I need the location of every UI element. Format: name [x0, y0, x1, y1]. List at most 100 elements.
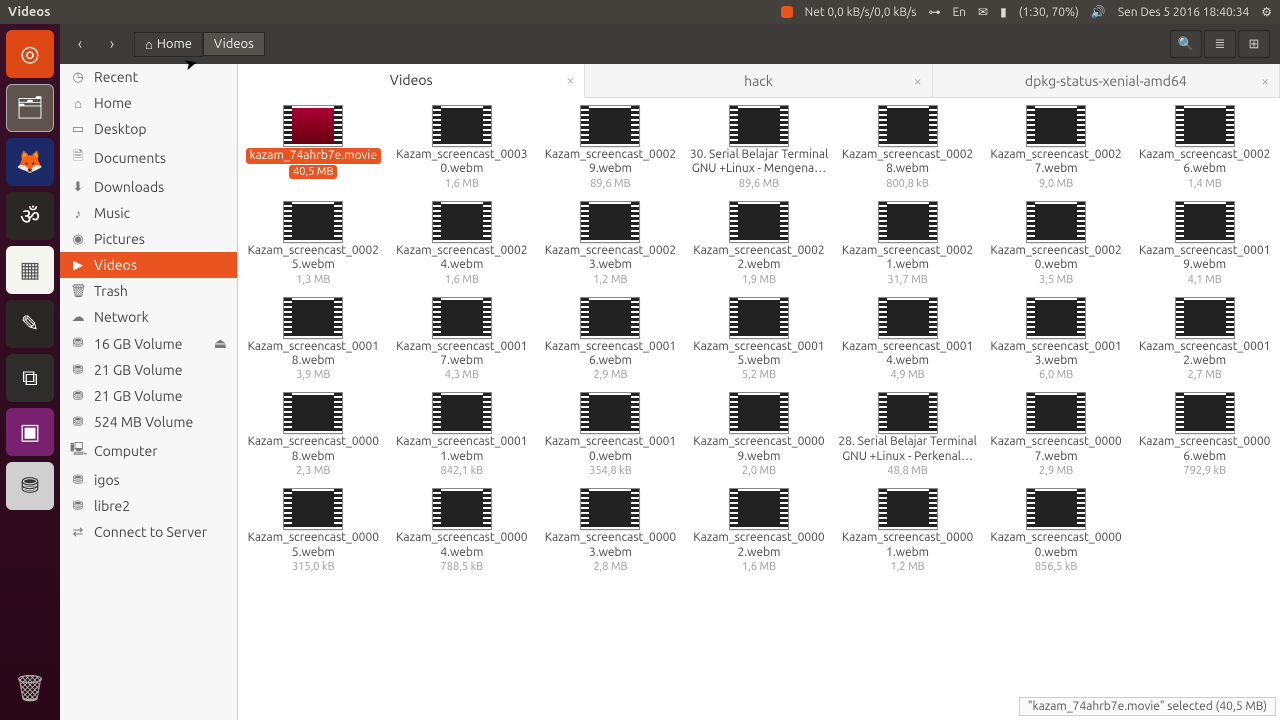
file-item[interactable]: Kazam_screencast_00009.webm2,0 MB: [686, 389, 833, 481]
volume-icon[interactable]: 🔊: [1091, 5, 1106, 19]
file-item[interactable]: Kazam_screencast_00006.webm792,9 kB: [1131, 389, 1278, 481]
file-item[interactable]: Kazam_screencast_00013.webm6,0 MB: [983, 294, 1130, 386]
tab-close-icon[interactable]: ×: [1261, 73, 1269, 89]
file-item[interactable]: Kazam_screencast_00016.webm2,9 MB: [537, 294, 684, 386]
file-item[interactable]: Kazam_screencast_00018.webm3,9 MB: [240, 294, 387, 386]
record-indicator-icon[interactable]: [781, 6, 793, 18]
launcher-drive-icon[interactable]: ⛃: [6, 462, 54, 510]
tab-1[interactable]: hack×: [585, 64, 932, 97]
file-item[interactable]: Kazam_screencast_00010.webm354,8 kB: [537, 389, 684, 481]
file-item[interactable]: Kazam_screencast_00004.webm788,5 kB: [389, 485, 536, 577]
lang-indicator[interactable]: En: [952, 6, 966, 19]
launcher-dash-icon[interactable]: ◎: [6, 30, 54, 78]
file-size: 792,9 kB: [1183, 465, 1226, 477]
clock-label[interactable]: Sen Des 5 2016 18:40:34: [1118, 6, 1249, 19]
launcher-files-icon[interactable]: 🗂: [6, 84, 54, 132]
sidebar-item-home[interactable]: ⌂Home: [60, 90, 237, 116]
launcher-screenshot-icon[interactable]: ⧉: [6, 354, 54, 402]
file-item[interactable]: 28. Serial Belajar Terminal GNU +Linux -…: [834, 389, 981, 481]
sidebar-label: Computer: [94, 443, 158, 459]
breadcrumb-current[interactable]: Videos: [203, 32, 265, 56]
sidebar-item-desktop[interactable]: ▭Desktop: [60, 116, 237, 142]
sidebar-item-libre2[interactable]: ⛃libre2: [60, 493, 237, 519]
file-item[interactable]: Kazam_screencast_00021.webm31,7 MB: [834, 198, 981, 290]
launcher-terminal-icon[interactable]: ▣: [6, 408, 54, 456]
sidebar-item-computer[interactable]: 🖳Computer: [60, 435, 237, 467]
sidebar-icon: ⇄: [70, 525, 86, 540]
file-thumbnail-icon: [581, 106, 639, 146]
launcher-firefox-icon[interactable]: 🦊: [6, 138, 54, 186]
tab-0[interactable]: Videos×: [238, 64, 585, 98]
window-title: Videos: [8, 5, 50, 19]
file-item[interactable]: Kazam_screencast_00005.webm315,0 kB: [240, 485, 387, 577]
sidebar-item-documents[interactable]: 🗎Documents: [60, 142, 237, 174]
file-item[interactable]: Kazam_screencast_00027.webm9,0 MB: [983, 102, 1130, 194]
view-list-button[interactable]: ≣: [1204, 30, 1236, 58]
sidebar-item-igos[interactable]: ⛃igos: [60, 467, 237, 493]
net-indicator[interactable]: Net 0,0 kB/s/0,0 kB/s: [805, 6, 917, 19]
file-view[interactable]: kazam_74ahrb7e.movie40,5 MBKazam_screenc…: [238, 98, 1280, 720]
eject-icon[interactable]: ⏏: [214, 335, 227, 352]
launcher-calendar-icon[interactable]: ▦: [6, 246, 54, 294]
file-item[interactable]: Kazam_screencast_00011.webm842,1 kB: [389, 389, 536, 481]
forward-button[interactable]: ›: [98, 30, 126, 58]
file-item[interactable]: Kazam_screencast_00024.webm1,6 MB: [389, 198, 536, 290]
sidebar-label: libre2: [94, 498, 130, 514]
file-size: 5,2 MB: [742, 369, 776, 381]
file-item[interactable]: Kazam_screencast_00014.webm4,9 MB: [834, 294, 981, 386]
sidebar-item-21-gb-volume[interactable]: ⛃21 GB Volume: [60, 383, 237, 409]
sidebar-item-pictures[interactable]: ◉Pictures: [60, 226, 237, 252]
file-name: Kazam_screencast_00019.webm: [1135, 244, 1275, 273]
launcher-emacs-icon[interactable]: ॐ: [6, 192, 54, 240]
file-item[interactable]: Kazam_screencast_00008.webm2,3 MB: [240, 389, 387, 481]
file-item[interactable]: Kazam_screencast_00025.webm1,3 MB: [240, 198, 387, 290]
file-name: Kazam_screencast_00024.webm: [392, 244, 532, 273]
sidebar-item-connect-to-server[interactable]: ⇄Connect to Server: [60, 519, 237, 545]
file-thumbnail-icon: [1027, 298, 1085, 338]
file-item[interactable]: Kazam_screencast_00020.webm3,5 MB: [983, 198, 1130, 290]
file-name: 28. Serial Belajar Terminal GNU +Linux -…: [838, 435, 978, 464]
sidebar-item-21-gb-volume[interactable]: ⛃21 GB Volume: [60, 357, 237, 383]
sidebar-item-recent[interactable]: ◷Recent: [60, 64, 237, 90]
sidebar-item-videos[interactable]: ▶Videos: [60, 252, 237, 278]
session-icon[interactable]: ⚙: [1261, 5, 1272, 19]
file-item[interactable]: Kazam_screencast_00022.webm1,9 MB: [686, 198, 833, 290]
tab-2[interactable]: dpkg-status-xenial-amd64×: [933, 64, 1280, 97]
file-item[interactable]: Kazam_screencast_00012.webm2,7 MB: [1131, 294, 1278, 386]
launcher-trash-icon[interactable]: 🗑: [6, 664, 54, 712]
file-item[interactable]: kazam_74ahrb7e.movie40,5 MB: [240, 102, 387, 194]
sidebar-item-network[interactable]: ☁Network: [60, 304, 237, 330]
wifi-icon[interactable]: ⊶: [928, 5, 940, 19]
file-item[interactable]: Kazam_screencast_00001.webm1,2 MB: [834, 485, 981, 577]
tab-close-icon[interactable]: ×: [566, 72, 574, 88]
file-item[interactable]: 30. Serial Belajar Terminal GNU +Linux -…: [686, 102, 833, 194]
file-size: 2,3 MB: [296, 465, 330, 477]
file-item[interactable]: Kazam_screencast_00007.webm2,9 MB: [983, 389, 1130, 481]
file-item[interactable]: Kazam_screencast_00028.webm800,8 kB: [834, 102, 981, 194]
file-item[interactable]: Kazam_screencast_00015.webm5,2 MB: [686, 294, 833, 386]
back-button[interactable]: ‹: [66, 30, 94, 58]
mail-icon[interactable]: ✉: [978, 5, 988, 19]
file-item[interactable]: Kazam_screencast_00026.webm1,4 MB: [1131, 102, 1278, 194]
launcher-gedit-icon[interactable]: ✎: [6, 300, 54, 348]
file-item[interactable]: Kazam_screencast_00030.webm1,6 MB: [389, 102, 536, 194]
tab-close-icon[interactable]: ×: [914, 73, 922, 89]
sidebar-item-music[interactable]: ♪Music: [60, 200, 237, 226]
file-item[interactable]: Kazam_screencast_00019.webm4,1 MB: [1131, 198, 1278, 290]
search-button[interactable]: 🔍: [1170, 30, 1202, 58]
file-item[interactable]: Kazam_screencast_00002.webm1,6 MB: [686, 485, 833, 577]
sidebar-item-16-gb-volume[interactable]: ⛃16 GB Volume⏏: [60, 330, 237, 357]
file-size: 1,9 MB: [742, 274, 776, 286]
view-grid-button[interactable]: ⊞: [1238, 30, 1270, 58]
file-item[interactable]: Kazam_screencast_00003.webm2,8 MB: [537, 485, 684, 577]
file-thumbnail-icon: [433, 489, 491, 529]
sidebar-item-downloads[interactable]: ⬇Downloads: [60, 174, 237, 200]
file-item[interactable]: Kazam_screencast_00029.webm89,6 MB: [537, 102, 684, 194]
file-item[interactable]: Kazam_screencast_00000.webm856,5 kB: [983, 485, 1130, 577]
file-item[interactable]: Kazam_screencast_00017.webm4,3 MB: [389, 294, 536, 386]
sidebar-item-trash[interactable]: 🗑Trash: [60, 278, 237, 304]
sidebar-item-524-mb-volume[interactable]: ⛃524 MB Volume: [60, 409, 237, 435]
breadcrumb-home[interactable]: ⌂ Home: [134, 32, 203, 57]
file-item[interactable]: Kazam_screencast_00023.webm1,2 MB: [537, 198, 684, 290]
battery-icon[interactable]: ▮: [1000, 5, 1007, 19]
